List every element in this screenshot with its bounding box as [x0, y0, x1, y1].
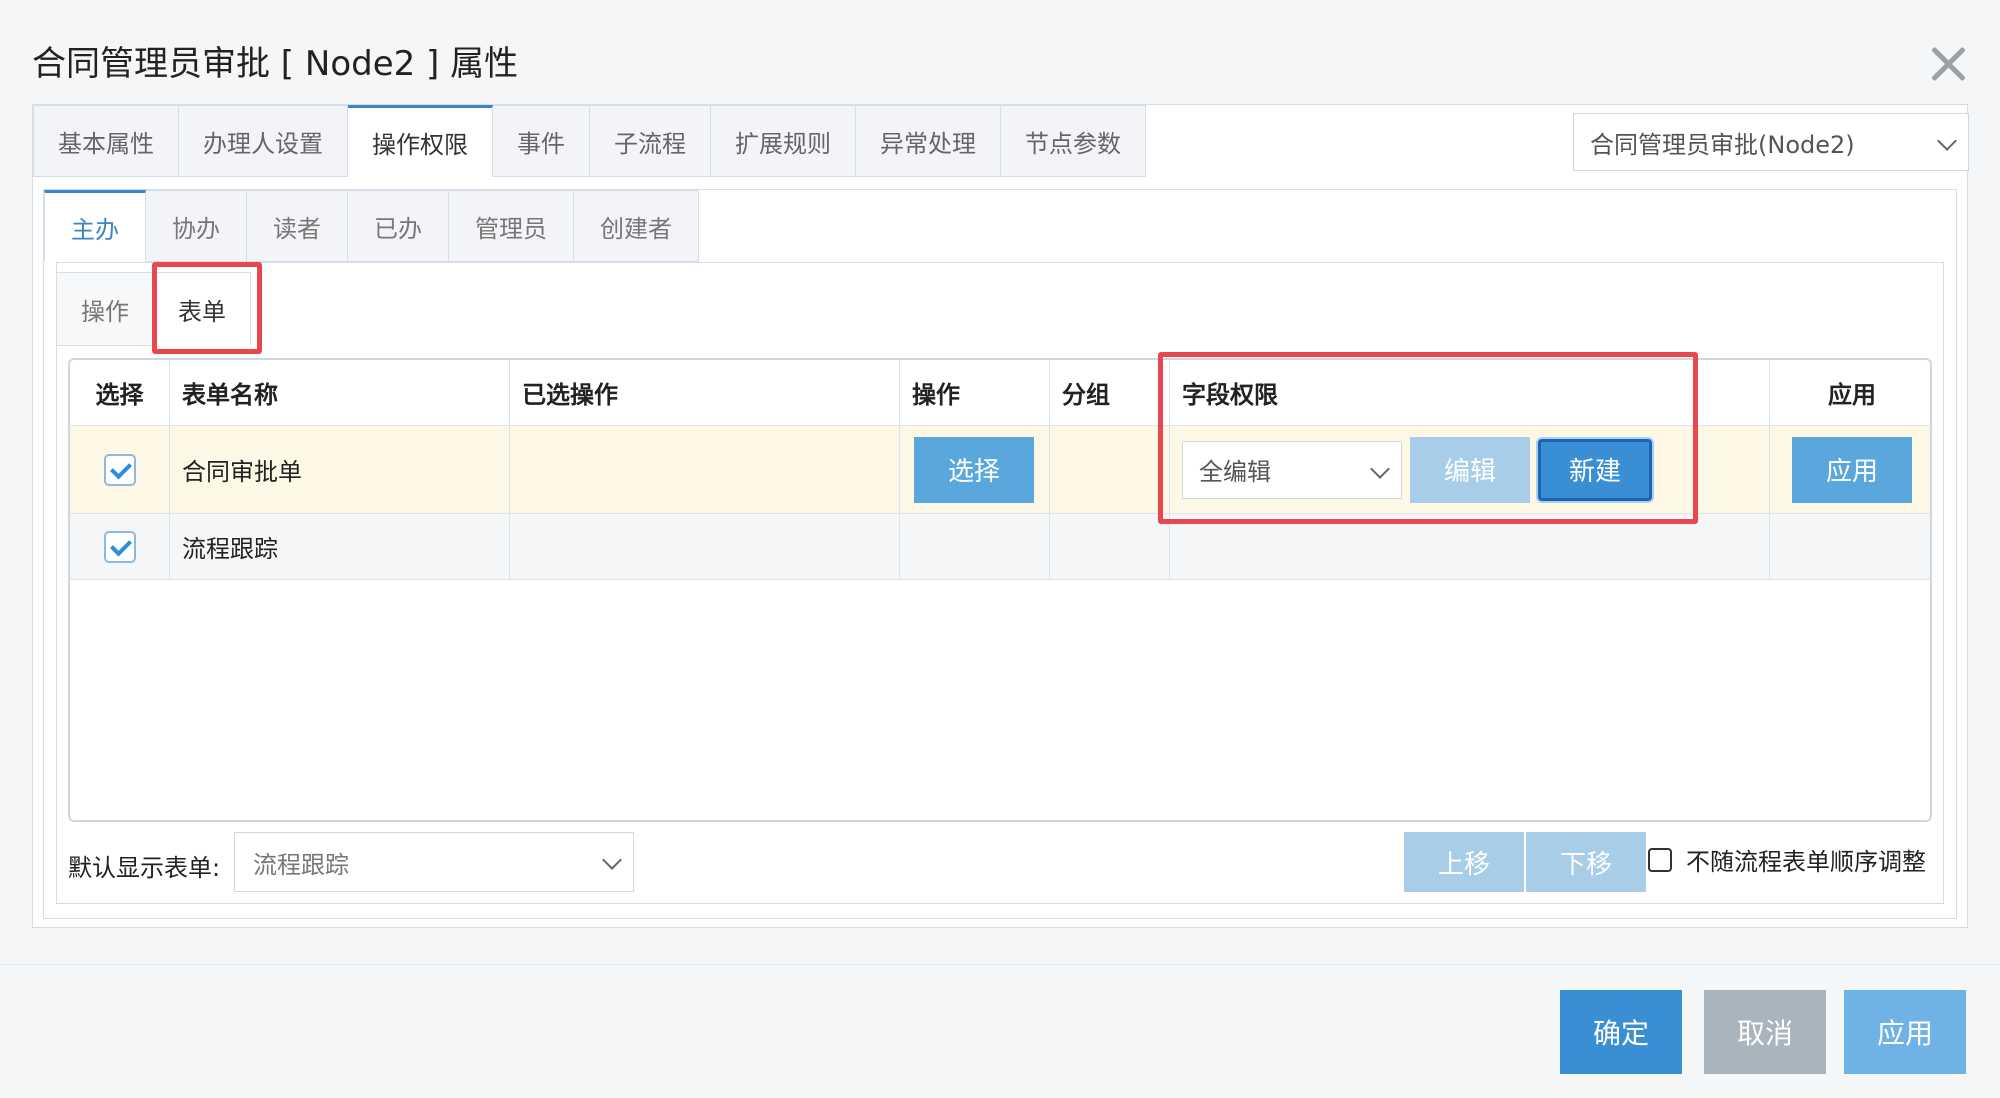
tab-creator[interactable]: 创建者	[574, 190, 699, 262]
tab-done[interactable]: 已办	[348, 190, 449, 262]
dialog-titlebar: 合同管理员审批 [ Node2 ] 属性	[0, 0, 2000, 94]
default-form-select[interactable]: 流程跟踪	[234, 832, 634, 892]
table-row: 合同审批单 选择 全编辑 编辑 新建 应用	[70, 426, 1930, 514]
main-tabs: 基本属性 办理人设置 操作权限 事件 子流程 扩展规则 异常处理 节点参数	[33, 105, 1146, 177]
table-header-row: 选择 表单名称 已选操作 操作 分组 字段权限 应用	[70, 360, 1930, 426]
tab-forms[interactable]: 表单	[154, 272, 251, 346]
tab-operation-permissions[interactable]: 操作权限	[348, 105, 493, 177]
tab-assist[interactable]: 协办	[146, 190, 247, 262]
table-row: 流程跟踪	[70, 514, 1930, 580]
dialog-title: 合同管理员审批 [ Node2 ] 属性	[32, 44, 519, 84]
operation-cell	[900, 514, 1050, 579]
tab-operations[interactable]: 操作	[56, 272, 154, 346]
move-up-button[interactable]: 上移	[1404, 832, 1524, 892]
close-icon[interactable]	[1928, 44, 1968, 84]
selected-ops-cell	[510, 426, 900, 513]
apply-button[interactable]: 应用	[1844, 990, 1966, 1074]
selected-ops-cell	[510, 514, 900, 579]
tab-handler-settings[interactable]: 办理人设置	[179, 105, 348, 177]
keep-order-label: 不随流程表单顺序调整	[1686, 848, 1926, 876]
role-tabs: 主办 协办 读者 已办 管理员 创建者	[44, 190, 699, 262]
group-cell	[1050, 514, 1170, 579]
cancel-button[interactable]: 取消	[1704, 990, 1826, 1074]
row-select-cell	[70, 514, 170, 579]
row-checkbox[interactable]	[103, 453, 136, 486]
field-permission-value: 全编辑	[1199, 458, 1271, 486]
ok-button[interactable]: 确定	[1560, 990, 1682, 1074]
form-name-cell: 流程跟踪	[170, 514, 510, 579]
col-header-selected-ops: 已选操作	[510, 360, 900, 425]
tab-events[interactable]: 事件	[493, 105, 590, 177]
table-footer: 默认显示表单: 流程跟踪 上移 下移 不随流程表单顺序调整	[68, 832, 1932, 892]
chevron-down-icon	[602, 850, 622, 870]
tab-exception-handling[interactable]: 异常处理	[856, 105, 1001, 177]
tab-node-parameters[interactable]: 节点参数	[1001, 105, 1146, 177]
row-checkbox[interactable]	[103, 530, 136, 563]
move-down-button[interactable]: 下移	[1526, 832, 1646, 892]
tab-extension-rules[interactable]: 扩展规则	[711, 105, 856, 177]
group-cell	[1050, 426, 1170, 513]
field-permissions-cell	[1170, 514, 1770, 579]
field-permission-select[interactable]: 全编辑	[1182, 440, 1402, 499]
col-header-operation: 操作	[900, 360, 1050, 425]
apply-cell: 应用	[1770, 426, 1930, 513]
footer-divider	[0, 964, 2000, 965]
col-header-form-name: 表单名称	[170, 360, 510, 425]
properties-dialog: 合同管理员审批 [ Node2 ] 属性 基本属性 办理人设置 操作权限 事件 …	[0, 0, 2000, 1098]
chevron-down-icon	[1937, 131, 1957, 151]
tab-reader[interactable]: 读者	[247, 190, 348, 262]
field-permissions-cell: 全编辑 编辑 新建	[1170, 426, 1770, 513]
col-header-apply: 应用	[1828, 381, 1876, 409]
col-header-group: 分组	[1050, 360, 1170, 425]
new-button[interactable]: 新建	[1538, 438, 1652, 501]
apply-row-button[interactable]: 应用	[1792, 436, 1912, 503]
keep-order-checkbox[interactable]	[1648, 847, 1672, 872]
default-form-label: 默认显示表单:	[68, 854, 221, 882]
col-header-select: 选择	[70, 360, 170, 425]
tab-basic-properties[interactable]: 基本属性	[33, 105, 179, 177]
edit-button[interactable]: 编辑	[1410, 436, 1530, 503]
node-select-value: 合同管理员审批(Node2)	[1590, 130, 1855, 159]
apply-cell	[1770, 514, 1930, 579]
row-select-cell	[70, 426, 170, 513]
form-name-cell: 合同审批单	[170, 426, 510, 513]
tab-admin[interactable]: 管理员	[449, 190, 574, 262]
keep-order-option[interactable]: 不随流程表单顺序调整	[1648, 842, 1926, 877]
tab-subprocess[interactable]: 子流程	[590, 105, 711, 177]
operation-cell: 选择	[900, 426, 1050, 513]
default-form-value: 流程跟踪	[253, 850, 349, 879]
tab-main-handler[interactable]: 主办	[44, 190, 146, 262]
chevron-down-icon	[1370, 458, 1390, 479]
node-select[interactable]: 合同管理员审批(Node2)	[1573, 113, 1969, 171]
select-operation-button[interactable]: 选择	[914, 436, 1034, 503]
sub-tabs: 操作 表单	[56, 272, 251, 346]
col-header-field-permissions: 字段权限	[1170, 360, 1770, 425]
forms-table: 选择 表单名称 已选操作 操作 分组 字段权限 应用 合同审批单 选择 全编辑	[68, 358, 1932, 822]
